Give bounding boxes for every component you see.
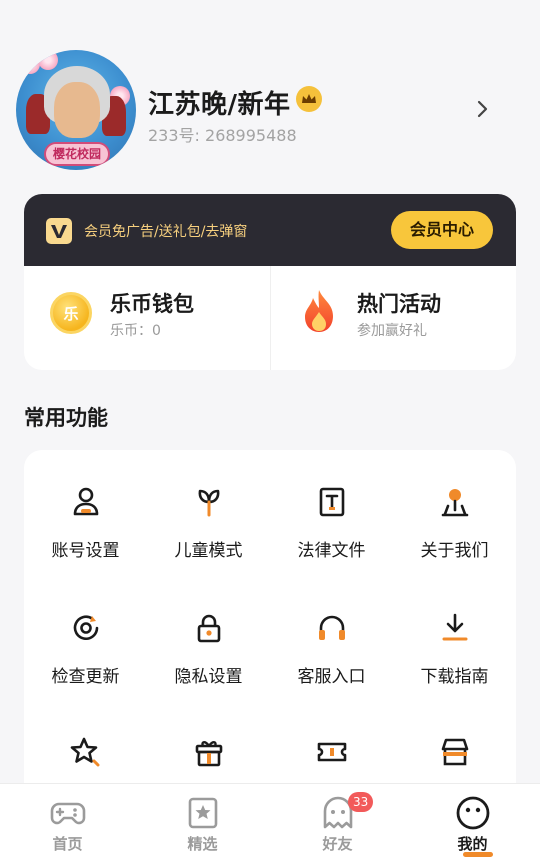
gamepad-icon — [50, 802, 86, 825]
func-kids-mode[interactable]: 儿童模式 — [147, 450, 270, 561]
member-card: 会员免广告/送礼包/去弹窗 会员中心 乐 乐币钱包 乐币：0 热门活动 参加赢好… — [24, 194, 516, 370]
func-label: 客服入口 — [297, 667, 366, 687]
section-title: 常用功能 — [24, 406, 108, 430]
events-entry[interactable]: 热门活动 参加赢好礼 — [270, 266, 516, 370]
star-card-icon — [188, 797, 218, 829]
func-label: 法律文件 — [297, 541, 366, 561]
functions-panel: 账号设置 儿童模式 法律文件 关于我们 检查更新 隐私设置 客服入口 下载指南 — [24, 450, 516, 810]
func-label: 隐私设置 — [174, 667, 243, 687]
member-center-button[interactable]: 会员中心 — [391, 211, 493, 249]
vip-banner[interactable]: 会员免广告/送礼包/去弹窗 会员中心 — [24, 194, 516, 266]
refresh-icon — [73, 615, 99, 641]
nav-label: 我的 — [457, 835, 488, 853]
ticket-icon — [317, 742, 347, 762]
sprout-icon — [198, 489, 220, 517]
func-about-us[interactable]: 关于我们 — [393, 450, 516, 561]
nav-label: 首页 — [52, 835, 83, 853]
wallet-entry[interactable]: 乐 乐币钱包 乐币：0 — [24, 266, 270, 370]
user-icon — [73, 487, 99, 516]
coin-icon: 乐 — [50, 292, 92, 334]
func-legal-docs[interactable]: 法律文件 — [270, 450, 393, 561]
func-label: 儿童模式 — [174, 541, 243, 561]
chevron-right-icon[interactable] — [474, 100, 492, 118]
events-subtitle: 参加赢好礼 — [357, 323, 427, 339]
func-privacy-settings[interactable]: 隐私设置 — [147, 576, 270, 687]
download-icon — [442, 613, 468, 641]
events-title: 热门活动 — [357, 292, 441, 316]
func-download-guide[interactable]: 下载指南 — [393, 576, 516, 687]
nav-friends[interactable]: 33 好友 — [270, 784, 405, 863]
nav-mine[interactable]: 我的 — [405, 784, 540, 863]
func-label: 账号设置 — [51, 541, 120, 561]
gift-icon — [195, 741, 223, 767]
user-id: 233号: 268995488 — [148, 126, 297, 145]
func-account-settings[interactable]: 账号设置 — [24, 450, 147, 561]
lock-icon — [197, 614, 221, 643]
wallet-balance: 乐币：0 — [110, 323, 161, 339]
avatar[interactable]: 樱花校园 — [16, 50, 136, 170]
nav-home[interactable]: 首页 — [0, 784, 135, 863]
nav-label: 精选 — [187, 835, 218, 853]
location-pin-icon — [441, 489, 469, 517]
func-label: 关于我们 — [420, 541, 489, 561]
active-indicator — [463, 852, 493, 857]
nav-featured[interactable]: 精选 — [135, 784, 270, 863]
shop-icon — [441, 738, 469, 766]
func-label: 检查更新 — [51, 667, 120, 687]
func-label: 下载指南 — [420, 667, 489, 687]
star-icon — [70, 737, 100, 767]
func-customer-service[interactable]: 客服入口 — [270, 576, 393, 687]
bottom-nav: 首页 精选 33 好友 我的 — [0, 783, 540, 863]
username: 江苏晚/新年 — [148, 90, 291, 120]
vip-logo-icon — [46, 218, 72, 244]
crown-icon — [296, 86, 322, 112]
avatar-badge: 樱花校园 — [44, 142, 110, 166]
headset-icon — [319, 615, 345, 640]
func-check-update[interactable]: 检查更新 — [24, 576, 147, 687]
profile-header[interactable]: 樱花校园 江苏晚/新年 233号: 268995488 — [0, 40, 540, 180]
friends-badge: 33 — [348, 792, 374, 812]
wallet-title: 乐币钱包 — [110, 292, 194, 316]
document-icon — [319, 487, 345, 517]
nav-label: 好友 — [322, 835, 353, 853]
flame-icon — [305, 290, 333, 332]
vip-promo-text: 会员免广告/送礼包/去弹窗 — [84, 224, 248, 240]
smiley-icon — [456, 796, 490, 830]
